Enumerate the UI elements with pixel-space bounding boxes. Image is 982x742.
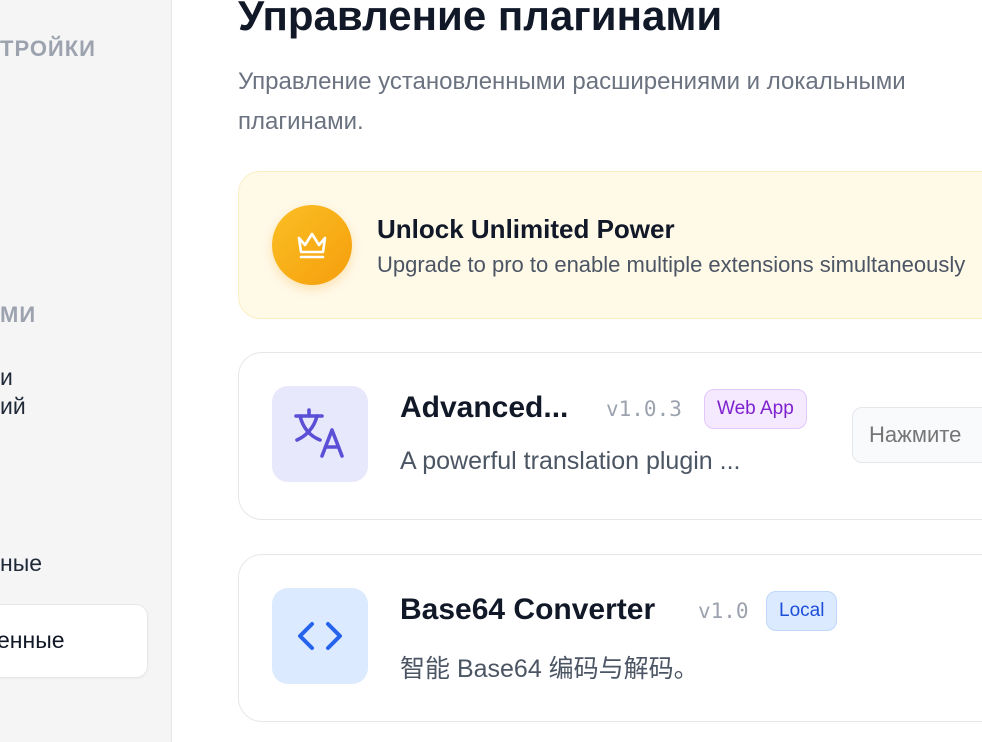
sidebar-item-1-label-line2: ий [0, 393, 26, 419]
plugin-description: A powerful translation plugin ... [400, 447, 741, 475]
sidebar-section-settings: ТРОЙКИ [0, 36, 96, 61]
code-icon-svg [298, 622, 342, 650]
sidebar-item-2[interactable]: ные [0, 550, 42, 577]
plugin-version: v1.0 [698, 599, 749, 623]
plugin-card-advanced[interactable]: Advanced... v1.0.3 Web App A powerful tr… [238, 352, 982, 520]
upgrade-banner-description: Upgrade to pro to enable multiple extens… [377, 252, 966, 277]
sidebar-item-1[interactable]: и ий [0, 364, 26, 420]
page-subtitle: Управление установленными расширениями и… [238, 68, 906, 135]
translate-icon [272, 386, 368, 482]
plugin-version: v1.0.3 [606, 397, 682, 421]
plugin-type-badge: Web App [704, 389, 807, 429]
plugin-card-base64[interactable]: Base64 Converter v1.0 Local 智能 Base64 编码… [238, 554, 982, 722]
upgrade-banner-title: Unlock Unlimited Power [377, 214, 675, 244]
hotkey-input[interactable] [852, 407, 982, 463]
plugin-name: Base64 Converter [400, 593, 656, 626]
crown-icon [272, 205, 352, 285]
sidebar-item-active[interactable]: енные [0, 604, 148, 678]
crown-icon-svg [297, 232, 327, 259]
sidebar-section-plugins: МИ [0, 302, 37, 327]
sidebar-item-1-label-line1: и [0, 364, 13, 390]
plugin-name: Advanced... [400, 391, 569, 424]
plugin-type-badge: Local [766, 591, 838, 631]
sidebar-item-active-label: енные [0, 627, 65, 653]
translate-icon-svg [294, 408, 344, 458]
upgrade-banner[interactable]: Unlock Unlimited Power Upgrade to pro to… [238, 171, 982, 319]
page-title: Управление плагинами [238, 0, 723, 39]
code-icon [272, 588, 368, 684]
sidebar: ТРОЙКИ МИ и ий ные енные [0, 0, 172, 742]
main-content: Управление плагинами Управление установл… [172, 0, 982, 742]
plugin-description: 智能 Base64 编码与解码。 [400, 655, 699, 683]
